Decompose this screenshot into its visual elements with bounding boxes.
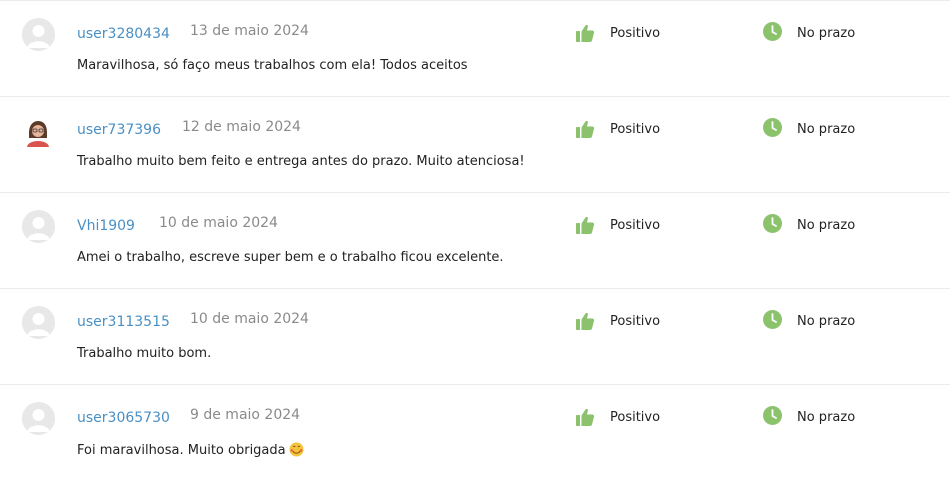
thumbs-up-icon	[576, 24, 595, 42]
username-link[interactable]: user737396	[77, 122, 161, 138]
review-comment: Foi maravilhosa. Muito obrigada	[77, 442, 304, 458]
clock-icon	[763, 310, 782, 329]
username-link[interactable]: Vhi1909	[77, 218, 135, 234]
review-comment: Maravilhosa, só faço meus trabalhos com …	[77, 58, 468, 73]
timeliness-label: No prazo	[797, 122, 856, 137]
reviews-list: user3280434 13 de maio 2024 Maravilhosa,…	[0, 0, 950, 479]
timeliness-label: No prazo	[797, 314, 856, 329]
timeliness-label: No prazo	[797, 26, 856, 41]
default-avatar-icon[interactable]	[22, 210, 55, 243]
default-avatar-icon[interactable]	[22, 18, 55, 51]
username-link[interactable]: user3280434	[77, 26, 170, 42]
review-comment-text: Foi maravilhosa. Muito obrigada	[77, 443, 286, 458]
review-comment: Trabalho muito bom.	[77, 346, 212, 361]
review-date: 9 de maio 2024	[190, 407, 301, 423]
rating-label: Positivo	[610, 26, 661, 41]
clock-icon	[763, 214, 782, 233]
review-item: user3280434 13 de maio 2024 Maravilhosa,…	[0, 1, 950, 97]
thumbs-up-icon	[576, 216, 595, 234]
thumbs-up-icon	[576, 312, 595, 330]
rating-label: Positivo	[610, 314, 661, 329]
review-date: 10 de maio 2024	[190, 311, 309, 327]
username-link[interactable]: user3113515	[77, 314, 170, 330]
thumbs-up-icon	[576, 120, 595, 138]
review-comment: Trabalho muito bem feito e entrega antes…	[77, 154, 525, 169]
clock-icon	[763, 406, 782, 425]
review-date: 10 de maio 2024	[159, 215, 278, 231]
review-date: 12 de maio 2024	[182, 119, 301, 135]
clock-icon	[763, 22, 782, 41]
rating-label: Positivo	[610, 218, 661, 233]
smiling-face-hearts-emoji	[289, 442, 304, 457]
clock-icon	[763, 118, 782, 137]
rating-label: Positivo	[610, 410, 661, 425]
username-link[interactable]: user3065730	[77, 410, 170, 426]
default-avatar-icon[interactable]	[22, 402, 55, 435]
review-item: Vhi1909 10 de maio 2024 Amei o trabalho,…	[0, 193, 950, 289]
thumbs-up-icon	[576, 408, 595, 426]
review-comment: Amei o trabalho, escreve super bem e o t…	[77, 250, 504, 265]
default-avatar-icon[interactable]	[22, 306, 55, 339]
review-date: 13 de maio 2024	[190, 23, 309, 39]
timeliness-label: No prazo	[797, 410, 856, 425]
review-item: user737396 12 de maio 2024 Trabalho muit…	[0, 97, 950, 193]
review-item: user3113515 10 de maio 2024 Trabalho mui…	[0, 289, 950, 385]
timeliness-label: No prazo	[797, 218, 856, 233]
user-photo-avatar[interactable]	[24, 119, 52, 147]
rating-label: Positivo	[610, 122, 661, 137]
review-item: user3065730 9 de maio 2024 Foi maravilho…	[0, 385, 950, 479]
